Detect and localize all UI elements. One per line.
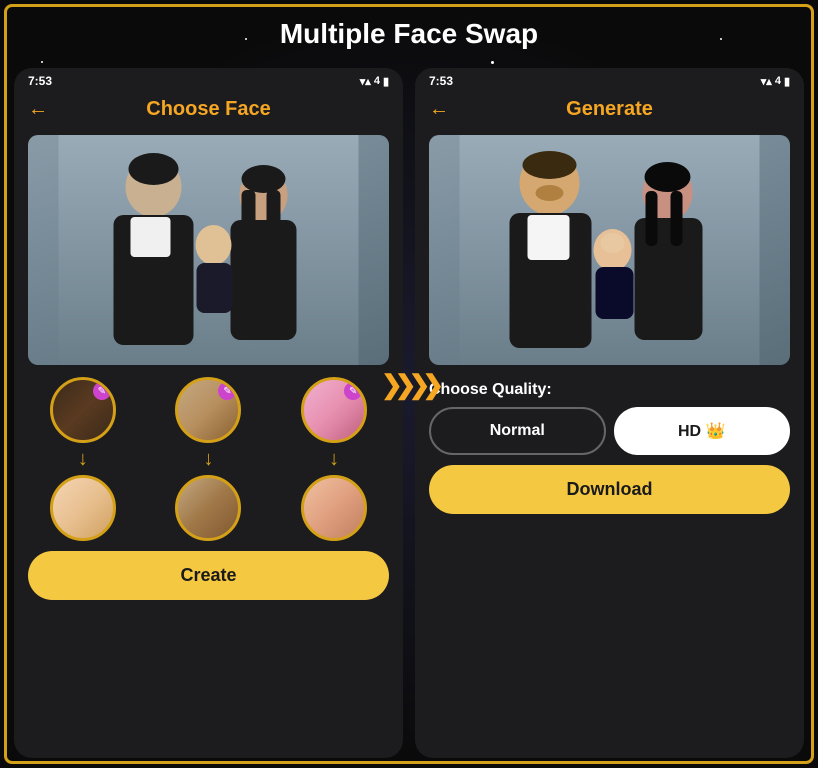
normal-quality-button[interactable]: Normal (429, 407, 606, 455)
family-silhouette-left (28, 135, 389, 365)
battery-icon: ▮ (383, 75, 389, 88)
star-decoration (41, 61, 43, 63)
source-photo-area (28, 135, 389, 365)
hd-quality-button[interactable]: HD 👑 (614, 407, 791, 455)
network-icon-right: 4 (775, 75, 781, 87)
signal-icon-right: ▾▴ (761, 75, 772, 88)
source-face-1[interactable]: ✎ (50, 377, 116, 443)
status-bar-left: 7:53 ▾▴ 4 ▮ (14, 68, 403, 90)
family-silhouette-right (429, 135, 790, 365)
hd-label: HD 👑 (678, 423, 725, 440)
down-arrow-2: ↓ (203, 449, 213, 469)
face-pairs-container: ✎ ↓ ✎ ↓ ✎ (14, 373, 403, 545)
target-face-3[interactable] (301, 475, 367, 541)
time-right: 7:53 (429, 74, 453, 88)
edit-badge-3[interactable]: ✎ (344, 382, 362, 400)
app-header-left: ← Choose Face (14, 90, 403, 131)
edit-badge-1[interactable]: ✎ (93, 382, 111, 400)
choose-face-title: Choose Face (146, 98, 270, 121)
phones-container: 7:53 ▾▴ 4 ▮ ← Choose Face (14, 68, 804, 758)
status-icons-right: ▾▴ 4 ▮ (761, 75, 790, 88)
normal-label: Normal (490, 422, 545, 439)
generate-title: Generate (566, 98, 653, 121)
signal-icon: ▾▴ (360, 75, 371, 88)
back-button-left[interactable]: ← (28, 98, 48, 121)
star-decoration (491, 61, 494, 64)
between-arrows: ❯❯❯❯ (381, 370, 436, 401)
source-face-2[interactable]: ✎ (175, 377, 241, 443)
download-button[interactable]: Download (429, 465, 790, 514)
page-title: Multiple Face Swap (0, 18, 818, 50)
source-face-3[interactable]: ✎ (301, 377, 367, 443)
back-button-right[interactable]: ← (429, 98, 449, 121)
phone-right: 7:53 ▾▴ 4 ▮ ← Generate (415, 68, 804, 758)
quality-buttons-container: Normal HD 👑 (429, 407, 790, 455)
network-icon: 4 (374, 75, 380, 87)
edit-icon-1: ✎ (98, 386, 106, 397)
generated-family-photo (429, 135, 790, 365)
down-arrow-3: ↓ (329, 449, 339, 469)
edit-icon-3: ✎ (349, 386, 357, 397)
create-button[interactable]: Create (28, 551, 389, 600)
phone-left: 7:53 ▾▴ 4 ▮ ← Choose Face (14, 68, 403, 758)
status-bar-right: 7:53 ▾▴ 4 ▮ (415, 68, 804, 90)
source-family-photo (28, 135, 389, 365)
edit-icon-2: ✎ (223, 386, 231, 397)
time-left: 7:53 (28, 74, 52, 88)
target-face-1[interactable] (50, 475, 116, 541)
face-pair-2: ✎ ↓ (175, 377, 241, 541)
edit-badge-2[interactable]: ✎ (218, 382, 236, 400)
face-pair-1: ✎ ↓ (50, 377, 116, 541)
face-pair-3: ✎ ↓ (301, 377, 367, 541)
battery-icon-right: ▮ (784, 75, 790, 88)
status-icons-left: ▾▴ 4 ▮ (360, 75, 389, 88)
app-header-right: ← Generate (415, 90, 804, 131)
quality-section: Choose Quality: Normal HD 👑 (415, 373, 804, 459)
generated-photo-area (429, 135, 790, 365)
target-face-2[interactable] (175, 475, 241, 541)
quality-label: Choose Quality: (429, 381, 790, 399)
down-arrow-1: ↓ (78, 449, 88, 469)
